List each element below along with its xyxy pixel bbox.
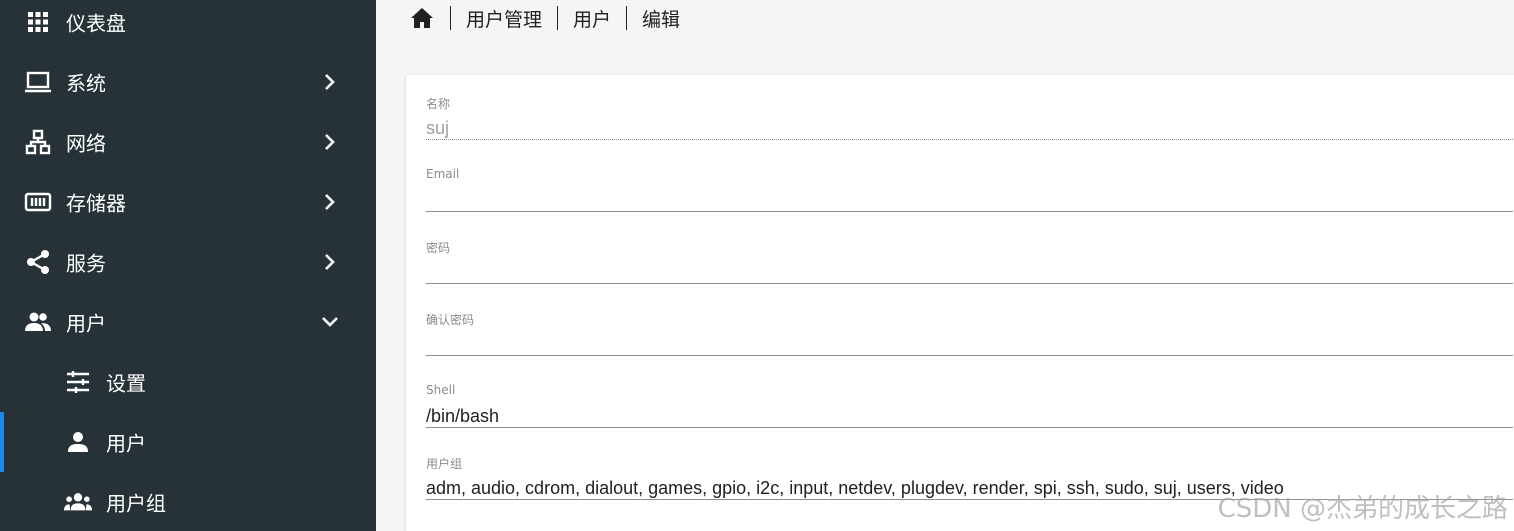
sidebar-item-label: 网络 [66,131,106,156]
dashboard-grid-icon [24,8,52,36]
sidebar-item-system[interactable]: 系统 [0,52,376,112]
user-icon [64,428,92,456]
email-field: Email [426,167,1513,227]
breadcrumb-separator [450,6,451,30]
name-field: 名称 suj [426,95,1513,155]
chevron-down-icon [318,310,342,334]
network-icon [24,128,52,156]
group-icon [64,488,92,516]
confirm-password-field: 确认密码 [426,311,1513,371]
name-value: suj [426,118,450,138]
field-underline [426,211,1513,212]
home-icon[interactable] [409,5,435,31]
sidebar-item-storage[interactable]: 存储器 [0,172,376,232]
sidebar-item-label: 用户组 [106,491,166,516]
chevron-right-icon [318,130,342,154]
sidebar-subitem-settings[interactable]: 设置 [0,352,376,412]
password-label: 密码 [426,241,451,255]
sidebar: 仪表盘 系统 网络 存储器 服务 用户 设置 用户 用户组 [0,0,376,531]
password-field: 密码 [426,239,1513,299]
sidebar-item-dashboard[interactable]: 仪表盘 [0,0,376,52]
field-underline [426,427,1513,428]
chevron-right-icon [318,190,342,214]
sidebar-item-label: 用户 [106,431,146,456]
field-underline [426,139,1513,140]
groups-select[interactable]: adm, audio, cdrom, dialout, games, gpio,… [426,478,1284,499]
breadcrumb-separator [626,6,628,30]
sidebar-subitem-users[interactable]: 用户 [0,412,376,472]
sidebar-item-services[interactable]: 服务 [0,232,376,292]
breadcrumb-item-users[interactable]: 用户 [573,5,611,32]
storage-icon [24,188,52,216]
shell-select[interactable]: /bin/bash [426,406,499,427]
sidebar-item-label: 设置 [106,371,146,396]
breadcrumb-item-user-management[interactable]: 用户管理 [466,5,542,32]
breadcrumb: 用户管理 用户 编辑 [409,0,680,36]
name-label: 名称 [426,97,451,111]
watermark: CSDN @杰弟的成长之路 [1217,494,1508,524]
password-input[interactable] [426,257,1513,283]
chevron-right-icon [318,250,342,274]
sidebar-item-label: 系统 [66,71,106,96]
shell-field[interactable]: Shell /bin/bash [426,383,1513,443]
confirm-password-label: 确认密码 [426,313,475,327]
edit-user-form: 名称 suj Email 密码 确认密码 Shell /bin/bash 用户组… [406,75,1514,531]
groups-label: 用户组 [426,457,463,471]
users-icon [24,308,52,336]
field-underline [426,355,1513,356]
confirm-password-input[interactable] [426,329,1513,355]
main-content: 用户管理 用户 编辑 名称 suj Email 密码 确认密码 Shell /b… [376,0,1514,531]
sidebar-item-label: 服务 [66,251,106,276]
email-label: Email [426,167,460,181]
sidebar-item-label: 存储器 [66,191,126,216]
chevron-right-icon [318,70,342,94]
sidebar-item-label: 用户 [66,311,106,336]
breadcrumb-separator [557,6,559,30]
app-window: 仪表盘 系统 网络 存储器 服务 用户 设置 用户 用户组 用户管理 用户 编辑… [0,0,1514,531]
sidebar-item-users[interactable]: 用户 [0,292,376,352]
sidebar-item-label: 仪表盘 [66,11,126,36]
share-icon [24,248,52,276]
sidebar-subitem-groups[interactable]: 用户组 [0,472,376,531]
tune-icon [64,368,92,396]
shell-label: Shell [426,383,456,397]
laptop-icon [24,68,52,96]
field-underline [426,283,1513,284]
sidebar-item-network[interactable]: 网络 [0,112,376,172]
breadcrumb-item-edit: 编辑 [642,8,681,31]
email-input[interactable] [426,185,1513,211]
